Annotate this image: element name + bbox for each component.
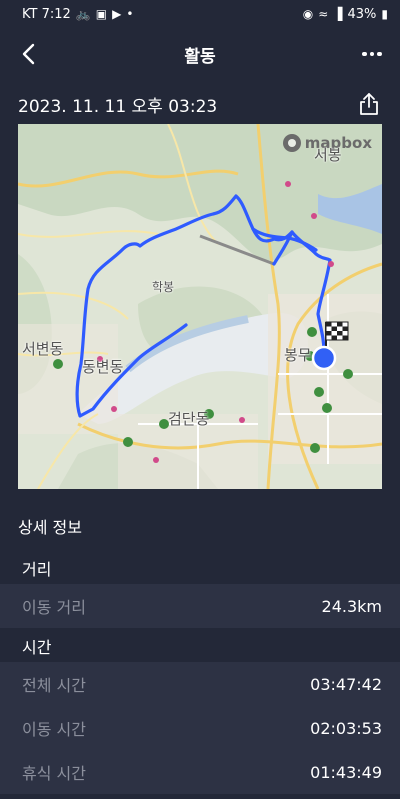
detail-label: 이동 시간 xyxy=(22,720,86,739)
detail-label: 이동 거리 xyxy=(22,598,86,617)
route-map[interactable]: mapbox 서변동 동변동 검단동 봉무 학봉 서봉 xyxy=(18,124,382,489)
detail-row-total-time: 전체 시간 03:47:42 xyxy=(0,662,400,706)
detail-value: 03:47:42 xyxy=(310,674,382,694)
more-options-button[interactable] xyxy=(358,42,386,66)
detail-value: 24.3km xyxy=(321,596,382,616)
activity-header: 2023. 11. 11 오후 03:23 xyxy=(0,84,400,124)
mapbox-mark-icon xyxy=(282,134,301,152)
section-title: 상세 정보 xyxy=(18,518,82,537)
share-button[interactable] xyxy=(356,91,382,117)
app-bar: 활동 xyxy=(0,28,400,80)
signal-icon: ▐ xyxy=(333,7,343,21)
detail-row-distance: 이동 거리 24.3km xyxy=(0,584,400,628)
wifi-icon: ≈ xyxy=(318,7,329,21)
activity-date: 2023. 11. 11 오후 03:23 xyxy=(18,96,218,117)
current-location-marker xyxy=(311,345,337,371)
battery-percent: 43% xyxy=(347,6,377,22)
youtube-icon: ▶ xyxy=(112,7,122,21)
map-label: 학봉 xyxy=(152,280,175,294)
map-label: 서봉 xyxy=(314,146,342,164)
detail-label: 전체 시간 xyxy=(22,676,86,695)
status-right: ◉ ≈ ▐ 43% ▮ xyxy=(303,7,388,22)
more-dot-icon xyxy=(369,51,375,57)
more-dot-icon xyxy=(362,51,367,57)
bike-icon: 🚲 xyxy=(75,7,91,21)
chevron-left-icon xyxy=(22,43,35,65)
detail-value: 02:03:53 xyxy=(310,718,382,738)
battery-icon: ▮ xyxy=(381,7,388,21)
carrier-time: KT 7:12 xyxy=(22,6,71,22)
distance-group-header: 거리 xyxy=(22,560,52,579)
detail-row-rest-time: 휴식 시간 01:43:49 xyxy=(0,750,400,794)
detail-value: 01:43:49 xyxy=(310,762,382,782)
detail-row-moving-time: 이동 시간 02:03:53 xyxy=(0,706,400,750)
map-canvas xyxy=(18,124,382,489)
map-label: 동변동 xyxy=(82,358,124,376)
page-title: 활동 xyxy=(184,46,216,67)
map-label: 봉무 xyxy=(284,346,312,364)
status-bar: KT 7:12 🚲 ▣ ▶ • ◉ ≈ ▐ 43% ▮ xyxy=(0,0,400,28)
back-button[interactable] xyxy=(16,42,40,66)
share-icon xyxy=(360,93,378,115)
more-dot-icon xyxy=(377,51,382,57)
detail-label: 휴식 시간 xyxy=(22,764,86,783)
map-label: 검단동 xyxy=(168,410,210,428)
status-left: KT 7:12 🚲 ▣ ▶ • xyxy=(22,7,133,22)
dot-icon: • xyxy=(126,7,134,21)
map-label: 서변동 xyxy=(22,340,64,358)
location-icon: ◉ xyxy=(302,7,314,21)
image-icon: ▣ xyxy=(95,7,108,21)
time-group-header: 시간 xyxy=(22,638,52,657)
